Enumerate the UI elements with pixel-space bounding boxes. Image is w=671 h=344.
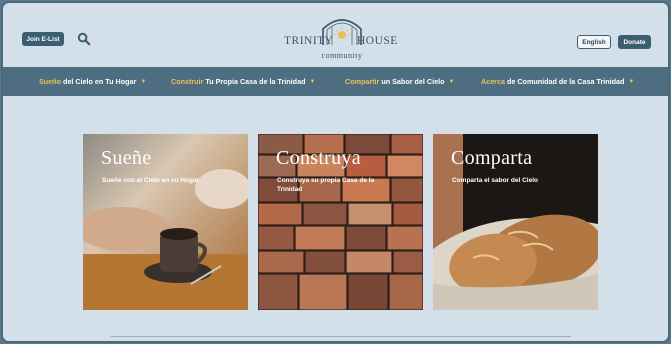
chevron-down-icon: ▼ [448,78,455,85]
nav-item-dream[interactable]: Sueño del Cielo en Tu Hogar ▼ [39,67,146,96]
card-construya[interactable]: Construya Construya su propia Casa de la… [258,134,423,310]
chevron-down-icon: ▼ [309,78,316,85]
card-subtitle: Sueñe con el Cielo en su Hogar [102,177,200,184]
card-title: Sueñe [101,147,152,169]
card-subtitle: Construya su propia Casa de la Trinidad [277,177,375,193]
nav-item-highlight: Sueño [39,77,61,86]
nav-item-label: Tu Propia Casa de la Trinidad [205,77,306,86]
donate-button[interactable]: Donate [618,35,651,49]
site-header: Join E-List TRINITY HOUSE community Engl… [3,3,668,67]
browser-page: Join E-List TRINITY HOUSE community Engl… [3,3,668,341]
nav-item-about[interactable]: Acerca de Comunidad de la Casa Trinidad … [481,67,634,96]
card-comparta[interactable]: Comparta Comparta el sabor del Cielo [433,134,598,310]
nav-item-share[interactable]: Compartir un Sabor del Cielo ▼ [345,67,454,96]
nav-item-label: un Sabor del Cielo [381,77,445,86]
nav-item-highlight: Compartir [345,77,380,86]
nav-item-label: del Cielo en Tu Hogar [62,77,137,86]
logo-community: community [321,51,363,60]
nav-item-highlight: Acerca [481,77,505,86]
card-title: Comparta [451,147,533,169]
card-suene[interactable]: Sueñe Sueñe con el Cielo en su Hogar [83,134,248,310]
main-nav: Sueño del Cielo en Tu Hogar ▼ Construir … [3,67,668,96]
english-language-button[interactable]: English [577,35,611,49]
chevron-down-icon: ▼ [628,78,635,85]
site-logo[interactable]: TRINITY HOUSE community [279,13,405,63]
nav-item-build[interactable]: Construir Tu Propia Casa de la Trinidad … [171,67,315,96]
chevron-down-icon: ▼ [140,78,147,85]
nav-item-highlight: Construir [171,77,204,86]
join-elist-button[interactable]: Join E-List [22,32,64,46]
logo-word-trinity: TRINITY [284,35,334,47]
card-title: Construya [276,147,361,169]
card-subtitle: Comparta el sabor del Cielo [452,177,538,184]
main-content: Sueñe Sueñe con el Cielo en su Hogar Con… [3,96,668,341]
section-divider [111,336,571,337]
nav-item-label: de Comunidad de la Casa Trinidad [506,77,625,86]
logo-word-house: HOUSE [357,35,398,47]
search-icon[interactable] [77,32,91,46]
